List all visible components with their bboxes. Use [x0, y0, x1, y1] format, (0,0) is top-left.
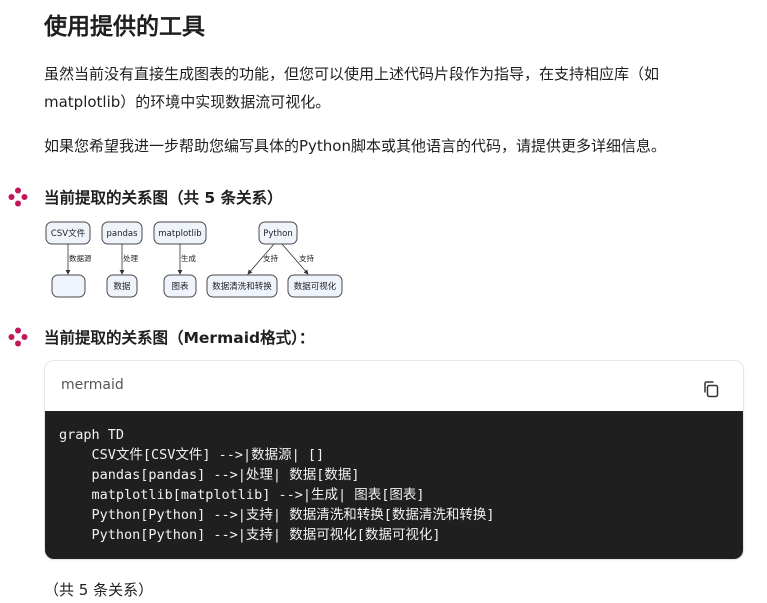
page-heading: 使用提供的工具	[44, 14, 205, 40]
node-clean: 数据清洗和转换	[206, 274, 278, 298]
help-paragraph: 如果您希望我进一步帮助您编写具体的Python脚本或其他语言的代码，请提供更多详…	[44, 137, 666, 155]
edge-python-viz: 支持	[281, 243, 314, 275]
svg-text:处理: 处理	[123, 253, 138, 263]
svg-text:数据源: 数据源	[69, 253, 92, 263]
node-python: Python	[258, 221, 298, 245]
node-chart: 图表	[163, 274, 197, 298]
svg-text:支持: 支持	[263, 253, 278, 263]
node-pandas: pandas	[101, 221, 143, 245]
code-line: CSV文件[CSV文件] -->|数据源| []	[59, 447, 325, 463]
relation-count-note: （共 5 条关系）	[44, 581, 154, 599]
code-content: graph TD CSV文件[CSV文件] -->|数据源| [] pandas…	[45, 411, 743, 559]
svg-text:图表: 图表	[171, 281, 189, 292]
node-matplotlib: matplotlib	[153, 221, 207, 245]
node-viz: 数据可视化	[287, 274, 343, 298]
svg-text:数据: 数据	[113, 281, 131, 292]
edge-csv-empty: 数据源	[65, 244, 92, 275]
copy-icon[interactable]	[701, 379, 721, 399]
code-line: matplotlib[matplotlib] -->|生成| 图表[图表]	[59, 487, 425, 503]
svg-text:支持: 支持	[299, 253, 314, 263]
code-line: Python[Python] -->|支持| 数据可视化[数据可视化]	[59, 527, 441, 543]
sparkle-icon	[8, 327, 28, 347]
svg-text:数据清洗和转换: 数据清洗和转换	[212, 281, 272, 292]
edge-python-clean: 支持	[247, 243, 278, 275]
code-line: graph TD	[59, 427, 125, 443]
code-block: mermaid graph TD CSV文件[CSV文件] -->|数据源| […	[44, 360, 744, 560]
svg-text:CSV文件: CSV文件	[51, 228, 86, 239]
node-empty	[51, 274, 86, 298]
section-title-mermaid: 当前提取的关系图（Mermaid格式）：	[44, 329, 315, 347]
svg-text:pandas: pandas	[106, 229, 138, 239]
edge-pandas-data: 处理	[119, 244, 138, 275]
svg-text:Python: Python	[263, 229, 292, 239]
code-block-header: mermaid	[45, 361, 743, 411]
relationship-diagram: CSV文件 pandas matplotlib Python 数据源 处理 生成…	[45, 221, 343, 298]
code-line: pandas[pandas] -->|处理| 数据[数据]	[59, 467, 360, 483]
edge-matplotlib-chart: 生成	[177, 244, 196, 275]
svg-text:生成: 生成	[181, 253, 196, 263]
svg-text:matplotlib: matplotlib	[158, 229, 201, 239]
node-data: 数据	[106, 274, 138, 298]
svg-text:数据可视化: 数据可视化	[294, 281, 337, 292]
intro-paragraph: 虽然当前没有直接生成图表的功能，但您可以使用上述代码片段作为指导，在支持相应库（…	[44, 65, 660, 111]
sparkle-icon	[8, 187, 28, 207]
code-language-label: mermaid	[61, 377, 124, 393]
node-csv: CSV文件	[45, 221, 91, 245]
section-title-relations: 当前提取的关系图（共 5 条关系）	[44, 189, 283, 207]
code-line: Python[Python] -->|支持| 数据清洗和转换[数据清洗和转换]	[59, 507, 495, 523]
